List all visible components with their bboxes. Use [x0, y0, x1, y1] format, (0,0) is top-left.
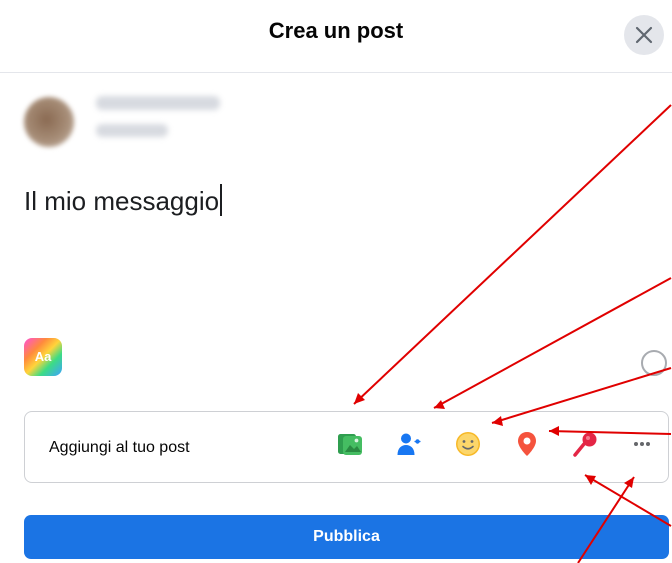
emoji-picker-icon[interactable]: [641, 350, 667, 376]
feeling-activity-button[interactable]: [450, 426, 486, 462]
more-options-button[interactable]: [624, 426, 660, 462]
publish-button[interactable]: Pubblica: [24, 515, 669, 559]
microphone-button[interactable]: [567, 426, 603, 462]
add-to-post-bar: Aggiungi al tuo post: [24, 411, 669, 483]
check-in-button[interactable]: [509, 426, 545, 462]
text-background-button[interactable]: Aa: [24, 338, 62, 376]
arrowhead-photo: [354, 393, 365, 404]
avatar: [24, 97, 74, 147]
user-name-blurred: [96, 96, 220, 110]
arrow-to-tag: [433, 277, 672, 409]
arrow-to-photo: [353, 104, 672, 405]
photo-video-icon: [338, 434, 362, 455]
tag-people-button[interactable]: [391, 426, 427, 462]
microphone-icon: [573, 432, 597, 457]
feeling-activity-icon: [456, 432, 480, 456]
arrowhead-tag: [434, 400, 445, 409]
more-icon: [634, 442, 650, 446]
location-icon: [518, 432, 536, 456]
dialog-title: Crea un post: [268, 18, 404, 43]
post-text-value: Il mio messaggio: [24, 186, 220, 216]
close-icon: [635, 26, 653, 44]
tag-people-icon: [397, 433, 421, 455]
photo-video-button[interactable]: [332, 426, 368, 462]
close-button[interactable]: [624, 15, 664, 55]
post-text-input[interactable]: Il mio messaggio: [24, 184, 223, 217]
privacy-selector-blurred[interactable]: [96, 124, 168, 137]
add-to-post-label: Aggiungi al tuo post: [49, 439, 190, 456]
text-caret: [220, 184, 223, 216]
dialog-header: Crea un post: [0, 0, 672, 73]
